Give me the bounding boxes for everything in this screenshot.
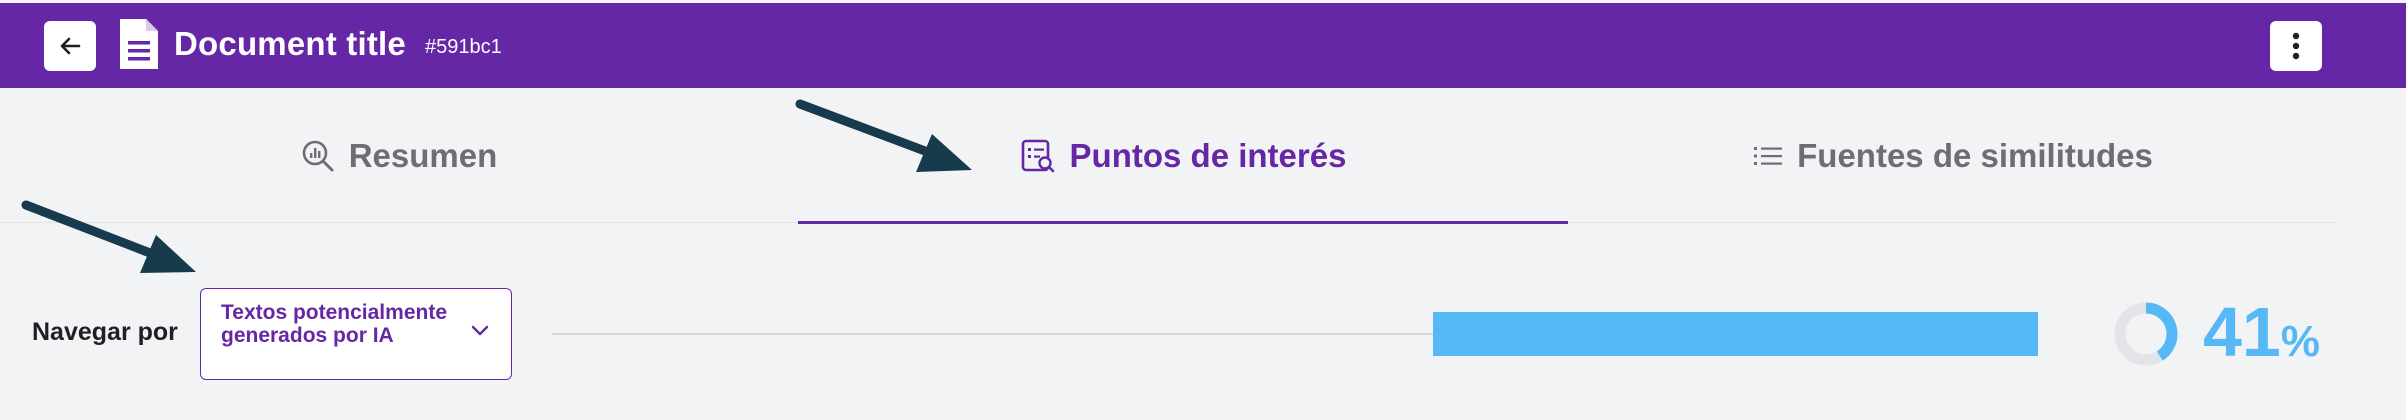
document-id: #591bc1 (425, 36, 502, 58)
navigate-by-select[interactable]: Textos potencialmente generados por IA (200, 288, 512, 380)
tab-fuentes-de-similitudes[interactable]: Fuentes de similitudes (1568, 88, 2338, 224)
page-title: Document title (174, 25, 406, 62)
score-bar (1433, 312, 2038, 356)
tab-label: Fuentes de similitudes (1797, 137, 2153, 174)
tab-resumen[interactable]: Resumen (0, 88, 798, 224)
more-options-button[interactable] (2270, 21, 2322, 71)
tab-puntos-de-interes[interactable]: Puntos de interés (798, 88, 1568, 224)
document-icon (120, 19, 158, 69)
tab-label: Resumen (348, 137, 498, 174)
back-button[interactable] (44, 21, 96, 71)
kebab-menu-icon (2292, 32, 2300, 60)
analytics-search-icon (301, 139, 335, 173)
score-percentage: 41% (2203, 292, 2320, 372)
navigate-by-label: Navegar por (32, 318, 178, 346)
top-header-bar: Document title #591bc1 (0, 0, 2406, 88)
report-search-icon (1020, 138, 1056, 174)
active-tab-indicator (798, 221, 1568, 224)
score-donut-chart (2114, 302, 2178, 366)
score-number: 41 (2203, 293, 2281, 371)
tab-label: Puntos de interés (1069, 137, 1347, 174)
score-track (552, 333, 1512, 335)
chevron-down-icon (471, 325, 489, 336)
list-icon (1753, 144, 1783, 168)
arrow-left-icon (60, 37, 81, 55)
select-value: Textos potencialmente generados por IA (221, 301, 447, 347)
percent-sign: % (2280, 317, 2320, 366)
